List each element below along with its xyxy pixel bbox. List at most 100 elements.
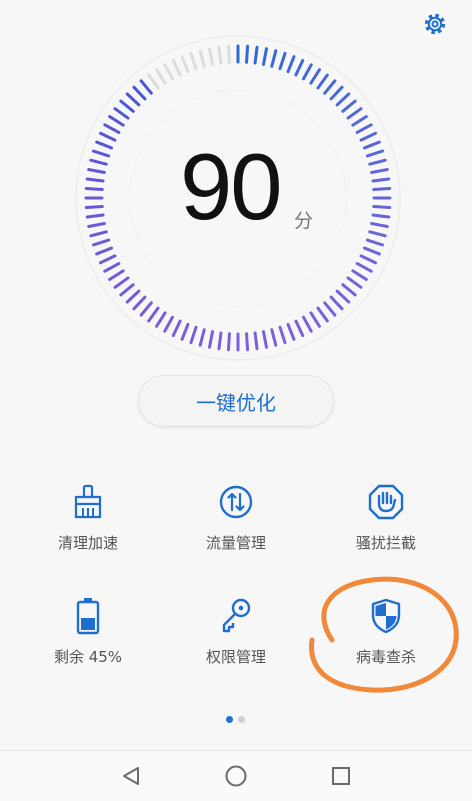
gauge-tick-filled — [103, 123, 121, 134]
home-button[interactable] — [223, 763, 249, 789]
key-icon — [216, 596, 256, 636]
gauge-tick-filled — [341, 99, 357, 113]
gauge-tick-filled — [365, 149, 385, 158]
gauge-tick-filled — [87, 221, 106, 228]
tool-label: 骚扰拦截 — [355, 534, 416, 552]
gauge-tick-filled — [362, 246, 381, 256]
gauge-tick-filled — [113, 107, 130, 120]
gauge-tick-filled — [139, 301, 153, 317]
gauge-tick-filled — [371, 177, 391, 183]
tool-label: 权限管理 — [205, 648, 266, 666]
gauge-tick-filled — [351, 115, 368, 127]
system-navbar — [0, 750, 472, 801]
gauge-tick-empty — [208, 47, 215, 66]
recents-button[interactable] — [328, 763, 354, 789]
gauge-tick-filled — [132, 295, 147, 311]
gauge-tick-filled — [139, 79, 153, 95]
tool-label: 剩余 45% — [53, 648, 123, 666]
gauge-tick-empty — [163, 63, 174, 81]
gauge-tick-filled — [335, 289, 351, 304]
gauge-tick-filled — [253, 45, 259, 65]
tool-cleanup[interactable]: 清理加速 — [18, 482, 158, 553]
tool-battery[interactable]: 剩余 45% — [18, 596, 158, 667]
gauge-tick-filled — [189, 325, 198, 345]
gauge-tick-filled — [323, 79, 337, 95]
gauge-tick-filled — [147, 306, 160, 323]
gauge-tick-filled — [87, 168, 106, 175]
gauge-tick-filled — [119, 283, 135, 297]
gauge-tick-filled — [91, 149, 111, 158]
broom-icon — [68, 482, 108, 522]
gauge-tick-filled — [253, 331, 259, 351]
one-click-optimize-button[interactable]: 一键优化 — [138, 375, 334, 427]
gauge-tick-filled — [85, 213, 105, 219]
gauge-tick-filled — [362, 140, 381, 150]
gauge-tick-filled — [372, 205, 392, 210]
shield-icon — [366, 596, 406, 636]
gauge-tick-filled — [108, 269, 125, 281]
gauge-tick-filled — [278, 325, 287, 345]
gauge-tick-filled — [180, 322, 190, 341]
gauge-tick-filled — [198, 328, 206, 347]
gauge-tick-filled — [309, 311, 321, 328]
gauge-tick-filled — [91, 238, 111, 247]
gauge-tick-filled — [359, 254, 378, 265]
gauge-tick-filled — [84, 186, 104, 191]
page-indicator — [226, 716, 245, 723]
gauge-tick-filled — [84, 205, 104, 210]
gauge-tick-filled — [270, 328, 278, 347]
gauge-tick-filled — [329, 85, 344, 101]
back-triangle-icon — [123, 767, 139, 785]
gauge-tick-empty — [180, 55, 190, 74]
page-dot — [238, 716, 245, 723]
gauge-tick-filled — [302, 63, 313, 81]
gauge-tick-filled — [171, 319, 182, 338]
gauge-tick-filled — [302, 315, 313, 333]
gauge-tick-filled — [346, 107, 363, 120]
gauge-tick-filled — [155, 311, 167, 328]
score-value: 90 — [180, 134, 283, 239]
gauge-tick-filled — [98, 254, 117, 265]
tool-label: 流量管理 — [205, 534, 266, 552]
gauge-tick-filled — [132, 85, 147, 101]
gauge-tick-filled — [371, 213, 391, 219]
gauge-tick-filled — [286, 55, 296, 74]
gauge-tick-filled — [346, 276, 363, 289]
tool-label: 病毒查杀 — [355, 648, 416, 666]
gauge-tick-filled — [270, 49, 278, 68]
gauge-tick-filled — [370, 221, 389, 228]
hand-block-icon — [366, 482, 406, 522]
tool-harassment-block[interactable]: 骚扰拦截 — [316, 482, 456, 553]
tool-data-traffic[interactable]: 流量管理 — [166, 482, 306, 553]
gauge-tick-filled — [323, 301, 337, 317]
gauge-tick-filled — [309, 68, 321, 85]
data-traffic-icon — [216, 482, 256, 522]
gauge-tick-filled — [316, 306, 329, 323]
gauge-tick-filled — [359, 131, 378, 142]
settings-button[interactable] — [417, 6, 453, 42]
tool-permissions[interactable]: 权限管理 — [166, 596, 306, 667]
home-circle-icon — [225, 765, 247, 787]
gauge-tick-filled — [125, 92, 141, 107]
gauge-tick-filled — [245, 44, 250, 64]
gauge-tick-empty — [155, 68, 167, 85]
gauge-tick-filled — [261, 47, 268, 66]
gear-icon — [424, 13, 446, 35]
gauge-tick-filled — [355, 123, 373, 134]
gauge-tick-filled — [368, 230, 387, 238]
page-dot-active — [226, 716, 233, 723]
tool-virus-scan[interactable]: 病毒查杀 — [316, 596, 456, 667]
back-button[interactable] — [118, 763, 144, 789]
gauge-tick-filled — [125, 289, 141, 304]
gauge-tick-filled — [245, 332, 250, 352]
gauge-tick-empty — [226, 44, 231, 64]
gauge-tick-filled — [103, 262, 121, 273]
gauge-tick-filled — [89, 230, 108, 238]
gauge-tick-filled — [351, 269, 368, 281]
gauge-tick-filled — [226, 332, 231, 352]
gauge-tick-filled — [355, 262, 373, 273]
gauge-tick-filled — [372, 186, 392, 191]
gauge-tick-filled — [208, 330, 215, 349]
battery-icon — [68, 596, 108, 636]
gauge-tick-filled — [286, 322, 296, 341]
